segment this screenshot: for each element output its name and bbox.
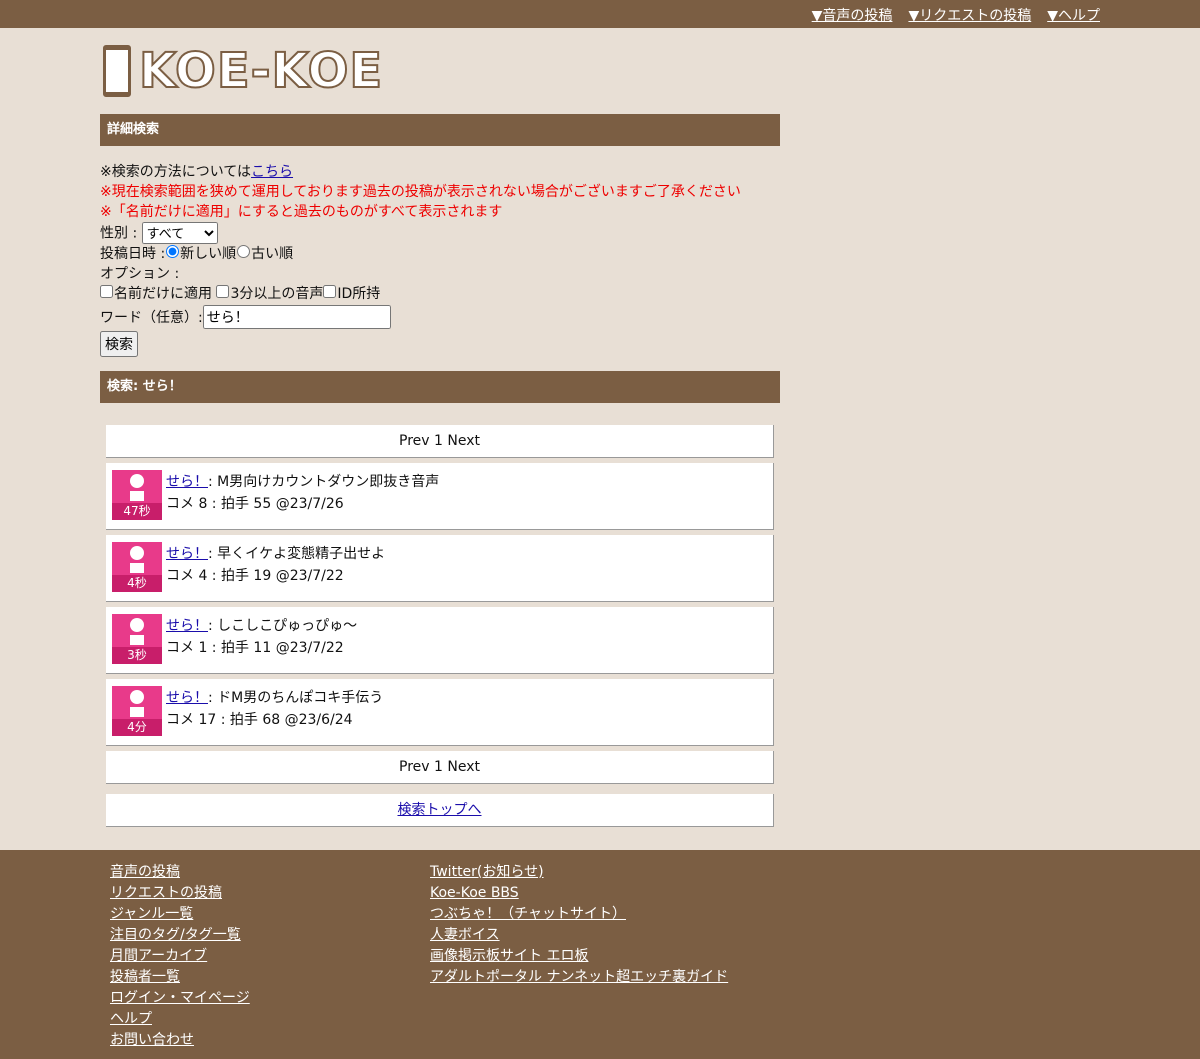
date-new-radio[interactable] — [166, 245, 180, 258]
duration-badge: 47秒 — [112, 503, 162, 520]
pager-prev: Prev — [399, 433, 430, 449]
results-section-header: 検索: せら！ — [100, 371, 780, 403]
voice-title: : しこしこぴゅっぴゅ〜 — [208, 618, 358, 634]
user-silhouette-body — [130, 563, 144, 573]
over-3min-checkbox[interactable] — [216, 285, 230, 298]
result-item: 4秒 せら！: 早くイケよ変態精子出せよ コメ 4 : 拍手 19 @23/7/… — [106, 535, 774, 602]
voice-title: : 早くイケよ変態精子出せよ — [208, 546, 386, 562]
footer-left-links: 音声の投稿 リクエストの投稿 ジャンル一覧 注目のタグ/タグ一覧 月間アーカイブ… — [110, 862, 250, 1051]
voice-thumbnail[interactable]: 4秒 — [112, 542, 162, 592]
pager-prev: Prev — [399, 759, 430, 775]
author-link[interactable]: せら！ — [166, 546, 208, 562]
user-silhouette-body — [130, 707, 144, 717]
voice-thumbnail[interactable]: 47秒 — [112, 470, 162, 520]
duration-badge: 4分 — [112, 719, 162, 736]
footer-link[interactable]: 注目のタグ/タグ一覧 — [110, 925, 250, 946]
site-logo[interactable]: KOE-KOE — [100, 28, 780, 114]
word-label: ワード（任意）: — [100, 310, 203, 326]
footer-link[interactable]: アダルトポータル ナンネット超エッチ裏ガイド — [430, 967, 728, 988]
user-silhouette-icon — [130, 474, 144, 488]
footer-link[interactable]: つぶちゃ！（チャットサイト） — [430, 904, 728, 925]
main-content: KOE-KOE 詳細検索 ※検索の方法についてはこちら ※現在検索範囲を狭めて運… — [100, 28, 780, 827]
footer-link[interactable]: 月間アーカイブ — [110, 946, 250, 967]
gender-select[interactable]: すべて — [141, 222, 218, 244]
date-old-label: 古い順 — [251, 246, 294, 262]
result-item: 4分 せら！: ドM男のちんぽコキ手伝う コメ 17 : 拍手 68 @23/6… — [106, 679, 774, 746]
voice-title: : ドM男のちんぽコキ手伝う — [208, 690, 384, 706]
footer-link[interactable]: ログイン・マイページ — [110, 988, 250, 1009]
warning-name-only: ※「名前だけに適用」にすると過去のものがすべて表示されます — [100, 204, 503, 220]
voice-title: : M男向けカウントダウン即抜き音声 — [208, 474, 440, 490]
phone-icon — [103, 45, 131, 97]
id-holder-checkbox[interactable] — [323, 285, 337, 298]
nav-voice-post-link[interactable]: ▼音声の投稿 — [812, 5, 893, 25]
back-to-search-box: 検索トップへ — [106, 794, 774, 827]
footer-link[interactable]: お問い合わせ — [110, 1030, 250, 1051]
nav-help-link[interactable]: ▼ヘルプ — [1047, 5, 1100, 25]
search-note-text: ※検索の方法については — [100, 164, 252, 180]
options-label: オプション : — [100, 266, 180, 282]
search-form: ※検索の方法についてはこちら ※現在検索範囲を狭めて運用しております過去の投稿が… — [100, 146, 780, 371]
results-list: Prev 1 Next 47秒 せら！: M男向けカウントダウン即抜き音声 コメ… — [100, 403, 780, 827]
name-only-checkbox[interactable] — [100, 285, 113, 298]
logo-text: KOE-KOE — [138, 42, 384, 100]
result-item: 47秒 せら！: M男向けカウントダウン即抜き音声 コメ 8 : 拍手 55 @… — [106, 463, 774, 530]
voice-meta: コメ 1 : 拍手 11 @23/7/22 — [166, 640, 344, 656]
id-holder-label: ID所持 — [337, 286, 381, 302]
gender-label: 性別 : — [100, 225, 138, 242]
author-link[interactable]: せら！ — [166, 618, 208, 634]
footer-link[interactable]: 人妻ボイス — [430, 925, 728, 946]
voice-thumbnail[interactable]: 4分 — [112, 686, 162, 736]
footer-link[interactable]: 音声の投稿 — [110, 862, 250, 883]
search-help-link[interactable]: こちら — [251, 164, 293, 180]
author-link[interactable]: せら！ — [166, 474, 208, 490]
pager-next: Next — [447, 433, 480, 449]
pager-bottom: Prev 1 Next — [106, 751, 774, 784]
footer-link[interactable]: 投稿者一覧 — [110, 967, 250, 988]
date-order-label: 投稿日時 : — [100, 246, 166, 262]
pager-page: 1 — [434, 759, 443, 775]
search-section-header: 詳細検索 — [100, 114, 780, 146]
user-silhouette-body — [130, 491, 144, 501]
search-button[interactable]: 検索 — [100, 331, 138, 357]
top-nav-bar: ▼音声の投稿 ▼リクエストの投稿 ▼ヘルプ — [0, 0, 1200, 28]
footer: 音声の投稿 リクエストの投稿 ジャンル一覧 注目のタグ/タグ一覧 月間アーカイブ… — [0, 850, 1200, 1059]
user-silhouette-icon — [130, 546, 144, 560]
user-silhouette-icon — [130, 618, 144, 632]
warning-range: ※現在検索範囲を狭めて運用しております過去の投稿が表示されない場合がございますご… — [100, 184, 741, 200]
footer-link[interactable]: ヘルプ — [110, 1009, 250, 1030]
name-only-label: 名前だけに適用 — [114, 286, 212, 302]
footer-right-links: Twitter(お知らせ) Koe-Koe BBS つぶちゃ！（チャットサイト）… — [430, 862, 728, 988]
user-silhouette-body — [130, 635, 144, 645]
duration-badge: 3秒 — [112, 647, 162, 664]
duration-badge: 4秒 — [112, 575, 162, 592]
pager-page: 1 — [434, 433, 443, 449]
pager-next: Next — [447, 759, 480, 775]
voice-meta: コメ 8 : 拍手 55 @23/7/26 — [166, 496, 344, 512]
date-new-label: 新しい順 — [180, 246, 237, 262]
voice-meta: コメ 4 : 拍手 19 @23/7/22 — [166, 568, 344, 584]
voice-thumbnail[interactable]: 3秒 — [112, 614, 162, 664]
footer-link[interactable]: リクエストの投稿 — [110, 883, 250, 904]
footer-link[interactable]: ジャンル一覧 — [110, 904, 250, 925]
word-input[interactable] — [202, 305, 391, 329]
footer-link[interactable]: Twitter(お知らせ) — [430, 862, 728, 883]
top-nav-links: ▼音声の投稿 ▼リクエストの投稿 ▼ヘルプ — [812, 5, 1100, 25]
author-link[interactable]: せら！ — [166, 690, 208, 706]
back-to-search-link[interactable]: 検索トップへ — [398, 802, 482, 818]
nav-request-post-link[interactable]: ▼リクエストの投稿 — [908, 5, 1031, 25]
date-old-radio[interactable] — [237, 245, 251, 258]
pager-top: Prev 1 Next — [106, 425, 774, 458]
user-silhouette-icon — [130, 690, 144, 704]
result-item: 3秒 せら！: しこしこぴゅっぴゅ〜 コメ 1 : 拍手 11 @23/7/22 — [106, 607, 774, 674]
footer-link[interactable]: 画像掲示板サイト エロ板 — [430, 946, 728, 967]
voice-meta: コメ 17 : 拍手 68 @23/6/24 — [166, 712, 353, 728]
over-3min-label: 3分以上の音声 — [230, 286, 324, 302]
footer-link[interactable]: Koe-Koe BBS — [430, 883, 728, 904]
